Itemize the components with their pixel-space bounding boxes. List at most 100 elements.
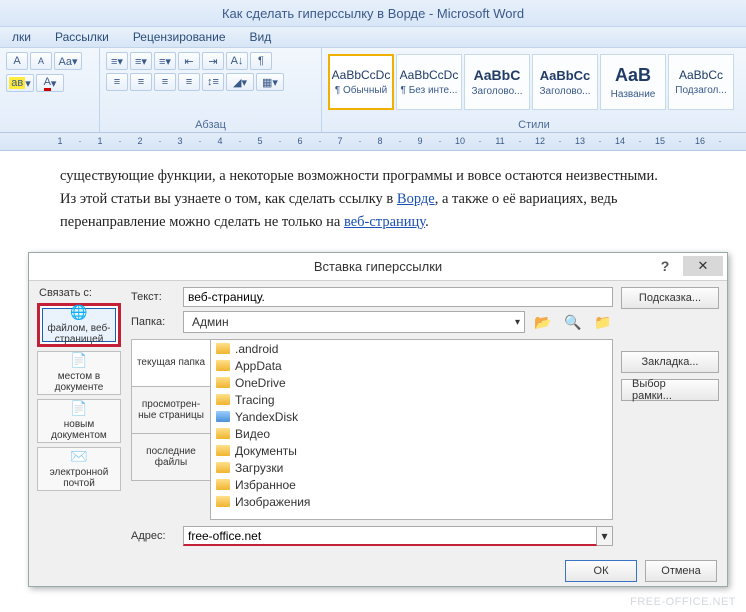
align-justify-icon[interactable]: ≡ [178,73,200,91]
shrink-font-icon[interactable]: A [30,52,52,70]
file-item[interactable]: Видео [211,425,612,442]
hyperlink-middle-panel: Текст: Папка: Админ ▾ 📂 🔍 📁 [125,287,613,550]
numbering-icon[interactable]: ≡▾ [130,52,152,70]
ribbon-tab-mailings[interactable]: Рассылки [43,30,121,44]
file-item[interactable]: OneDrive [211,374,612,391]
browse-tab-current-folder[interactable]: текущая папка [131,339,211,387]
look-in-value: Админ [192,315,229,329]
text-to-display-input[interactable] [183,287,613,307]
highlight-icon[interactable]: aʙ▾ [6,74,34,92]
style-item-2[interactable]: AaBbCЗаголово... [464,54,530,110]
link-to-label-text: файлом, веб-страницей [45,323,113,346]
doc-text: перенаправление можно сделать не только … [60,214,344,230]
screentip-button[interactable]: Подсказка... [621,287,719,309]
file-item[interactable]: AppData [211,357,612,374]
ribbon-tab-review[interactable]: Рецензирование [121,30,238,44]
increase-indent-icon[interactable]: ⇥ [202,52,224,70]
doc-hyperlink-word[interactable]: Ворде [397,191,435,207]
multilevel-list-icon[interactable]: ≡▾ [154,52,176,70]
look-in-combo[interactable]: Админ ▾ [183,311,525,333]
watermark: FREE-OFFICE.NET [630,596,736,608]
folder-icon [216,343,230,354]
up-one-level-icon[interactable]: 📂 [533,312,553,332]
align-center-icon[interactable]: ≡ [130,73,152,91]
folder-icon [216,377,230,388]
doc-text: , а также о её вариациях, ведь [435,191,618,207]
file-item[interactable]: YandexDisk [211,408,612,425]
file-item[interactable]: .android [211,340,612,357]
browse-web-icon[interactable]: 🔍 [563,312,583,332]
decrease-indent-icon[interactable]: ⇤ [178,52,200,70]
help-button[interactable]: ? [653,256,677,276]
file-item[interactable]: Tracing [211,391,612,408]
sort-icon[interactable]: A↓ [226,52,248,70]
link-to-email[interactable]: ✉️ электронной почтой [37,447,121,491]
insert-hyperlink-dialog: Вставка гиперссылки ? ✕ Связать с: 🌐 фай… [28,252,728,587]
file-item[interactable]: Изображения [211,493,612,510]
titlebar: Как сделать гиперссылку в Ворде - Micros… [0,0,746,26]
styles-group-label: Стили [322,119,746,131]
style-item-1[interactable]: AaBbCcDc¶ Без инте... [396,54,462,110]
chevron-down-icon: ▾ [515,317,520,328]
text-label: Текст: [131,291,183,303]
folder-icon [216,360,230,371]
target-frame-button[interactable]: Выбор рамки... [621,379,719,401]
font-color-icon[interactable]: A▾ [36,74,64,92]
close-button[interactable]: ✕ [683,256,723,276]
folder-icon [216,394,230,405]
style-item-0[interactable]: AaBbCcDc¶ Обычный [328,54,394,110]
file-item[interactable]: Избранное [211,476,612,493]
style-item-5[interactable]: AaBbCcПодзагол... [668,54,734,110]
browse-tab-browsed-pages[interactable]: просмотрен-ные страницы [131,386,211,434]
align-right-icon[interactable]: ≡ [154,73,176,91]
link-to-new-doc[interactable]: 📄 новым документом [37,399,121,443]
address-dropdown[interactable]: ▾ [597,526,613,546]
change-case-icon[interactable]: Aa▾ [54,52,82,70]
align-left-icon[interactable]: ≡ [106,73,128,91]
file-item[interactable]: Документы [211,442,612,459]
ok-button[interactable]: ОК [565,560,637,582]
hyperlink-right-panel: Подсказка... Закладка... Выбор рамки... [613,287,719,550]
borders-icon[interactable]: ▦▾ [256,73,284,91]
cancel-button[interactable]: Отмена [645,560,717,582]
ribbon-tab-references[interactable]: лки [0,30,43,44]
doc-hyperlink-webpage[interactable]: веб-страницу [344,214,425,230]
app-window: Как сделать гиперссылку в Ворде - Micros… [0,0,746,612]
grow-font-icon[interactable]: A [6,52,28,70]
folder-icon [216,496,230,507]
dialog-titlebar: Вставка гиперссылки ? ✕ [29,253,727,281]
bookmark-icon: 📄 [70,352,87,368]
ribbon-group-styles: AaBbCcDc¶ ОбычныйAaBbCcDc¶ Без инте...Aa… [322,48,746,132]
folder-icon [216,445,230,456]
globe-page-icon: 🌐 [70,304,87,320]
link-to-panel: Связать с: 🌐 файлом, веб-страницей 📄 мес… [37,287,125,550]
style-item-3[interactable]: AaBbCcЗаголово... [532,54,598,110]
shading-icon[interactable]: ◢▾ [226,73,254,91]
link-to-file-webpage[interactable]: 🌐 файлом, веб-страницей [37,303,121,347]
document-body[interactable]: существующие функции, а некоторые возмож… [0,151,746,245]
link-to-label-text: новым документом [40,419,118,442]
address-input[interactable] [183,526,597,546]
new-doc-icon: 📄 [70,400,87,416]
browse-file-icon[interactable]: 📁 [593,312,613,332]
ribbon: A A Aa▾ aʙ▾ A▾ ≡▾ ≡▾ ≡▾ ⇤ [0,48,746,133]
ribbon-group-font: A A Aa▾ aʙ▾ A▾ [0,48,100,132]
bookmark-button[interactable]: Закладка... [621,351,719,373]
ruler: 1·1·2·3·4·5·6·7·8·9·10·11·12·13·14·15·16… [0,133,746,151]
folder-label: Папка: [131,316,183,328]
address-label: Адрес: [131,530,183,542]
ribbon-tab-view[interactable]: Вид [238,30,284,44]
file-list[interactable]: .androidAppDataOneDriveTracingYandexDisk… [210,339,613,520]
style-item-4[interactable]: AaBНазвание [600,54,666,110]
file-item[interactable]: Загрузки [211,459,612,476]
browse-tab-recent-files[interactable]: последние файлы [131,433,211,481]
dialog-title: Вставка гиперссылки [314,259,442,274]
show-marks-icon[interactable]: ¶ [250,52,272,70]
line-spacing-icon[interactable]: ↕≡ [202,73,224,91]
folder-icon [216,462,230,473]
link-to-place-in-doc[interactable]: 📄 местом в документе [37,351,121,395]
folder-icon [216,479,230,490]
bullets-icon[interactable]: ≡▾ [106,52,128,70]
link-to-label-text: электронной почтой [40,467,118,490]
email-icon: ✉️ [70,448,87,464]
